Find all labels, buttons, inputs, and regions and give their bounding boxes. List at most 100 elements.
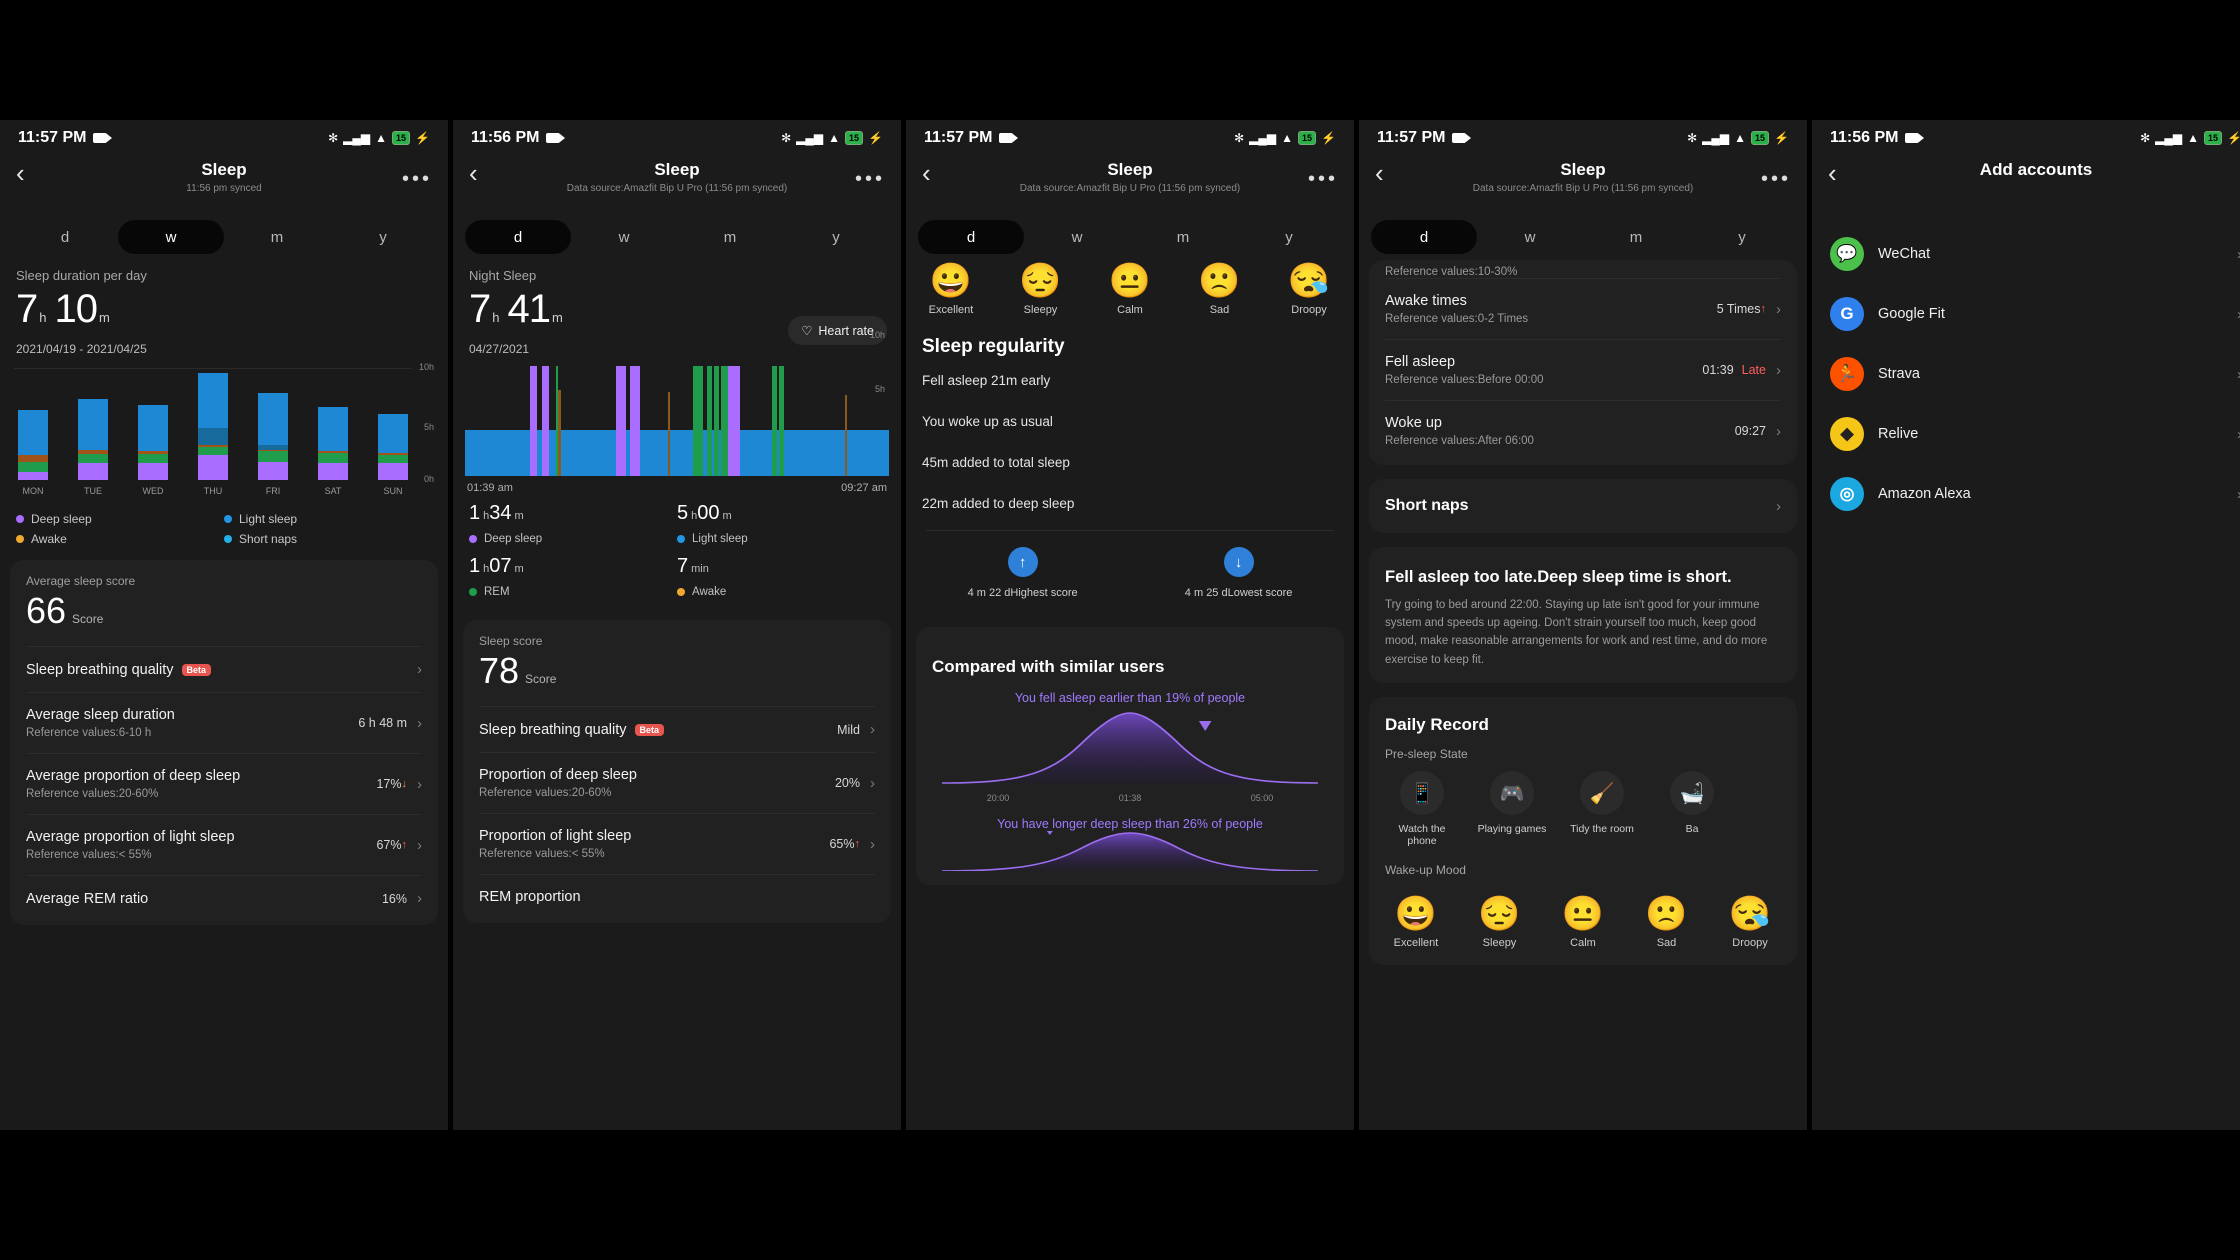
row-sleep-breathing-quality[interactable]: Sleep breathing quality Beta Mild › [479, 706, 875, 752]
legend-label: Short naps [239, 532, 298, 546]
compare-axis-1: 20:00 01:38 05:00 [932, 793, 1328, 803]
emoji-sad-icon: 🙁 [1645, 895, 1688, 934]
bar-sat[interactable] [318, 368, 348, 480]
weekly-bar-chart[interactable]: 10h 5h 0h MON TUE WED THU FRI SAT SUN [14, 362, 434, 496]
hypnogram-segment [530, 366, 538, 476]
tab-month[interactable]: m [677, 220, 783, 254]
more-menu-icon[interactable]: ••• [855, 168, 885, 191]
short-naps-card[interactable]: Short naps › [1369, 479, 1797, 533]
signal-icon: ▂▄▆ [1702, 131, 1730, 145]
row-avg-deep-sleep[interactable]: Average proportion of deep sleep Referen… [26, 753, 422, 814]
signal-icon: ▂▄▆ [343, 131, 371, 145]
hypnogram-segment [739, 429, 773, 476]
row-avg-rem-ratio[interactable]: Average REM ratio 16% › [26, 875, 422, 921]
more-menu-icon[interactable]: ••• [1308, 168, 1338, 191]
legend-label: Deep sleep [31, 512, 92, 526]
tab-week[interactable]: w [1477, 220, 1583, 254]
hypnogram-segment [639, 429, 668, 476]
night-hypnogram-chart[interactable]: 10h 5h [465, 330, 889, 476]
row-deep-sleep-proportion[interactable]: Proportion of deep sleep Reference value… [479, 752, 875, 813]
row-light-sleep-proportion[interactable]: Proportion of light sleep Reference valu… [479, 813, 875, 874]
minutes-value: 41 [507, 287, 550, 331]
bar-segment-light-sleep [198, 373, 228, 428]
mood-sleepy[interactable]: 😔 Sleepy [1469, 893, 1531, 949]
bar-fri[interactable] [258, 368, 288, 480]
account-item-google-fit[interactable]: G Google Fit › [1812, 284, 2240, 344]
mood-label: Excellent [928, 304, 974, 316]
tab-day[interactable]: d [12, 220, 118, 254]
more-menu-icon[interactable]: ••• [402, 168, 432, 191]
back-button[interactable]: ‹ [1375, 160, 1405, 186]
advice-card: Fell asleep too late.Deep sleep time is … [1369, 547, 1797, 684]
tab-day[interactable]: d [1371, 220, 1477, 254]
row-value: 5 Times [1716, 302, 1761, 316]
back-button[interactable]: ‹ [16, 160, 46, 186]
account-item-relive[interactable]: ◆ Relive › [1812, 404, 2240, 464]
tab-week[interactable]: w [1024, 220, 1130, 254]
row-rem-proportion[interactable]: REM proportion [479, 874, 875, 919]
mood-droopy[interactable]: 😪 Droopy [1278, 260, 1340, 316]
mood-droopy[interactable]: 😪 Droopy [1719, 893, 1781, 949]
mood-calm[interactable]: 😐 Calm [1099, 260, 1161, 316]
account-item-strava[interactable]: 🏃 Strava › [1812, 344, 2240, 404]
axis-tick: 20:00 [986, 793, 1010, 803]
legend-deep-sleep: Deep sleep [16, 512, 224, 526]
camera-icon [1905, 133, 1925, 143]
row-awake-times[interactable]: Awake times Reference values:0-2 Times 5… [1385, 278, 1781, 339]
bar-segment-deep-sleep [258, 462, 288, 480]
row-average-sleep-duration[interactable]: Average sleep duration Reference values:… [26, 692, 422, 753]
tab-year[interactable]: y [330, 220, 436, 254]
bar-wed[interactable] [138, 368, 168, 480]
tab-day[interactable]: d [465, 220, 571, 254]
mood-sad[interactable]: 🙁 Sad [1636, 893, 1698, 949]
back-button[interactable]: ‹ [469, 160, 499, 186]
more-menu-icon[interactable]: ••• [1761, 168, 1791, 191]
row-avg-light-sleep[interactable]: Average proportion of light sleep Refere… [26, 814, 422, 875]
mood-excellent[interactable]: 😀 Excellent [920, 260, 982, 316]
tab-week[interactable]: w [118, 220, 224, 254]
tab-week[interactable]: w [571, 220, 677, 254]
mood-sad[interactable]: 🙁 Sad [1189, 260, 1251, 316]
tab-year[interactable]: y [1689, 220, 1795, 254]
bar-segment-rem [78, 454, 108, 464]
back-button[interactable]: ‹ [1828, 160, 1858, 186]
legend-label: Light sleep [239, 512, 298, 526]
bar-segment-rem [378, 455, 408, 464]
bar-tue[interactable] [78, 368, 108, 480]
activity-watch-the-phone[interactable]: 📱 Watch the phone [1385, 771, 1459, 847]
chevron-right-icon: › [417, 775, 422, 793]
bar-thu[interactable] [198, 368, 228, 480]
tab-month[interactable]: m [1583, 220, 1689, 254]
row-woke-up[interactable]: Woke up Reference values:After 06:00 09:… [1385, 400, 1781, 461]
row-fell-asleep[interactable]: Fell asleep Reference values:Before 00:0… [1385, 339, 1781, 400]
mood-calm[interactable]: 😐 Calm [1552, 893, 1614, 949]
bar-mon[interactable] [18, 368, 48, 480]
account-item-wechat[interactable]: 💬 WeChat › [1812, 224, 2240, 284]
account-item-amazon-alexa[interactable]: ◎ Amazon Alexa › [1812, 464, 2240, 524]
mood-sleepy[interactable]: 😔 Sleepy [1010, 260, 1072, 316]
chart-legend: Deep sleep Light sleep Awake Short naps [0, 494, 448, 546]
activity-bath[interactable]: 🛁 Ba [1655, 771, 1729, 847]
score-number: 78 [479, 650, 520, 691]
x-label: THU [203, 486, 223, 496]
data-source-subtitle: Data source:Amazfit Bip U Pro (11:56 pm … [1019, 183, 1241, 194]
row-reference: Reference values:20-60% [479, 787, 612, 799]
mood-excellent[interactable]: 😀 Excellent [1385, 893, 1447, 949]
bar-sun[interactable] [378, 368, 408, 480]
row-sleep-breathing-quality[interactable]: Sleep breathing quality Beta › [26, 646, 422, 692]
page-title: Sleep [654, 160, 700, 179]
chevron-right-icon: › [1776, 422, 1781, 440]
app-header: ‹ Sleep Data source:Amazfit Bip U Pro (1… [1359, 156, 1807, 212]
tab-year[interactable]: y [783, 220, 889, 254]
tab-day[interactable]: d [918, 220, 1024, 254]
back-button[interactable]: ‹ [922, 160, 952, 186]
row-label: REM proportion [479, 889, 581, 905]
sleep-time-range: 01:39 am 09:27 am [453, 476, 901, 494]
tab-month[interactable]: m [1130, 220, 1236, 254]
lowest-score-text: 4 m 25 dLowest score [1184, 587, 1293, 599]
tab-month[interactable]: m [224, 220, 330, 254]
activity-playing-games[interactable]: 🎮 Playing games [1475, 771, 1549, 847]
status-bar: 11:56 PM ✻ ▂▄▆ ▲ 15 ⚡ [1812, 120, 2240, 156]
tab-year[interactable]: y [1236, 220, 1342, 254]
activity-tidy-the-room[interactable]: 🧹 Tidy the room [1565, 771, 1639, 847]
